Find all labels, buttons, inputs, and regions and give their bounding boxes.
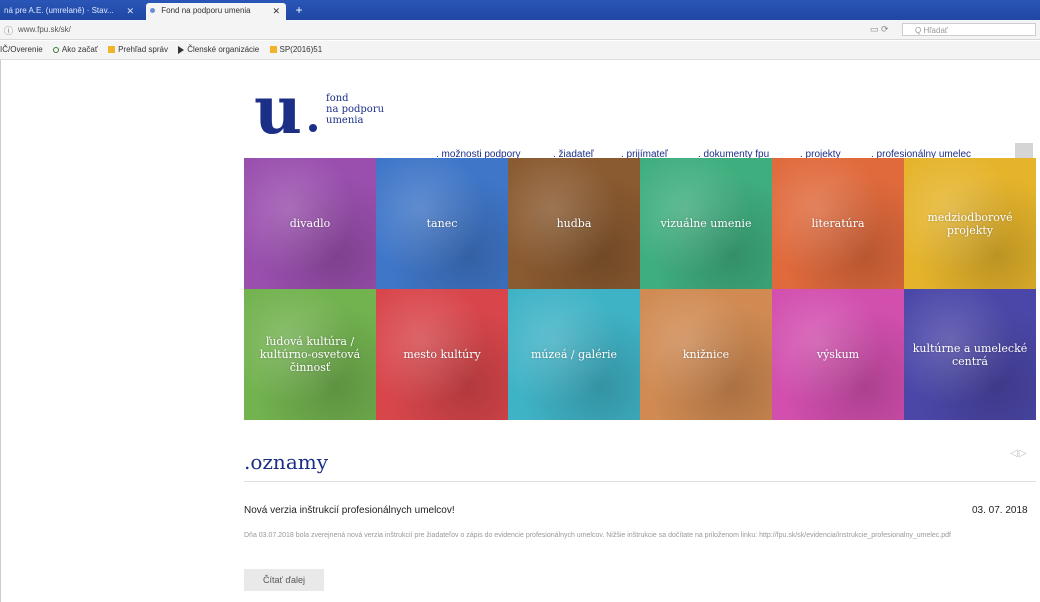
category-grid: divadlo tanec hudba vizuálne umenie lite… (244, 158, 1036, 420)
bookmark-item[interactable]: Prehľad správ (108, 41, 168, 59)
logo-letter[interactable]: u (254, 77, 302, 143)
browser-tab-inactive[interactable]: ná pre A.E. (umrelaně) · Stav... ✕ (0, 3, 140, 20)
play-icon (178, 45, 185, 54)
tile-label: tanec (426, 217, 458, 230)
address-bar: ⓘ www.fpu.sk/sk/ ▭ ⟳ Q Hľadať (0, 20, 1040, 40)
close-tab-icon[interactable]: ✕ (126, 3, 134, 19)
divider (244, 481, 1036, 482)
logo-line: na podporu (326, 104, 385, 115)
tile-medziodborove-projekty[interactable]: medziodborové projekty (904, 158, 1036, 289)
tile-label: výskum (816, 348, 860, 361)
url-input[interactable]: www.fpu.sk/sk/ (18, 25, 71, 34)
logo-line: umenia (326, 115, 364, 126)
tile-label: medziodborové projekty (927, 210, 1013, 237)
news-heading: .oznamy (244, 450, 329, 474)
reader-reload-icons[interactable]: ▭ ⟳ (870, 24, 889, 35)
browser-tab-active[interactable]: Fond na podporu umenia ✕ (146, 3, 286, 20)
folder-icon (269, 46, 277, 54)
new-tab-button[interactable]: + (292, 3, 306, 17)
news-arrows-icon[interactable]: ◁▷ (1010, 448, 1027, 459)
tile-muzea-galerie[interactable]: múzeá / galérie (508, 289, 640, 420)
tile-mesto-kultury[interactable]: mesto kultúry (376, 289, 508, 420)
tile-vizualne-umenie[interactable]: vizuálne umenie (640, 158, 772, 289)
favicon-icon (150, 8, 155, 14)
search-input[interactable]: Q Hľadať (902, 23, 1036, 36)
news-title[interactable]: Nová verzia inštrukcií profesionálnych u… (244, 505, 455, 516)
page-edge (0, 60, 1, 602)
tile-literatura[interactable]: literatúra (772, 158, 904, 289)
tile-label: divadlo (289, 217, 331, 230)
tile-kniznice[interactable]: knižnice (640, 289, 772, 420)
news-date: 03. 07. 2018 (972, 505, 1028, 516)
tile-hudba[interactable]: hudba (508, 158, 640, 289)
tile-label: vizuálne umenie (660, 217, 752, 230)
tab-label: ná pre A.E. (umrelaně) · Stav... (4, 6, 114, 15)
logo-text[interactable]: fond na podporu umenia (326, 93, 384, 126)
tile-kulturne-centra[interactable]: kultúrne a umelecké centrá (904, 289, 1036, 420)
bookmark-item[interactable]: IČ/Overenie (0, 41, 43, 59)
globe-icon (52, 46, 59, 53)
info-icon[interactable]: ⓘ (4, 24, 13, 37)
tile-tanec[interactable]: tanec (376, 158, 508, 289)
tile-label: knižnice (682, 348, 730, 361)
bookmark-item[interactable]: Členské organizácie (178, 41, 259, 59)
news-description: Dňa 03.07.2018 bola zverejnená nová verz… (244, 532, 951, 539)
tile-vyskum[interactable]: výskum (772, 289, 904, 420)
bookmarks-bar: IČ/Overenie Ako začať Prehľad správ Člen… (0, 41, 1040, 60)
read-more-button[interactable]: Čítať ďalej (244, 569, 324, 591)
tile-label: kultúrne a umelecké centrá (912, 341, 1028, 368)
tile-label: mesto kultúry (403, 348, 481, 361)
close-tab-icon[interactable]: ✕ (272, 3, 280, 19)
tile-label: hudba (556, 217, 592, 230)
tile-label: literatúra (811, 217, 865, 230)
tile-ludova-kultura[interactable]: ľudová kultúra / kultúrno-osvetová činno… (244, 289, 376, 420)
bookmark-item[interactable]: SP(2016)51 (269, 41, 322, 59)
tile-label: múzeá / galérie (531, 348, 617, 361)
folder-icon (108, 46, 116, 54)
bookmark-item[interactable]: Ako začať (52, 41, 98, 59)
logo-line: fond (326, 93, 349, 104)
tile-divadlo[interactable]: divadlo (244, 158, 376, 289)
tab-label: Fond na podporu umenia (161, 6, 251, 15)
tile-label: ľudová kultúra / kultúrno-osvetová činno… (259, 335, 361, 374)
browser-tabbar: ná pre A.E. (umrelaně) · Stav... ✕ Fond … (0, 0, 1040, 20)
logo-dot (309, 124, 317, 132)
